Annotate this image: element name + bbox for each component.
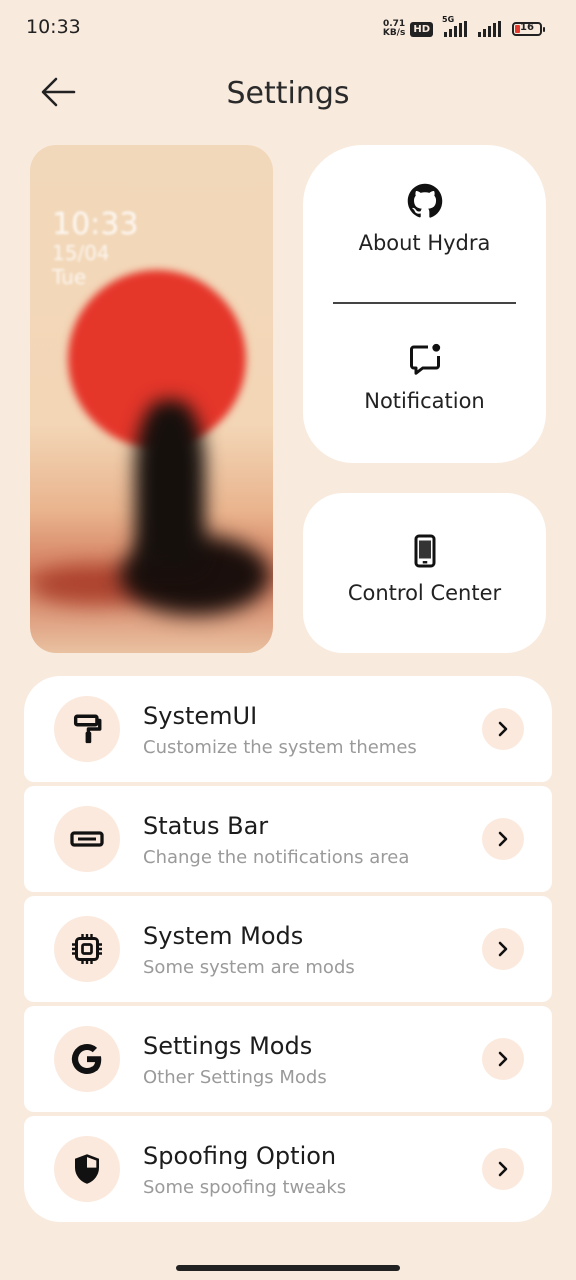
about-hydra-button[interactable]: About Hydra	[303, 183, 546, 255]
menu-item-title: System Mods	[143, 922, 304, 950]
chevron-right-icon	[482, 818, 524, 860]
menu-item-system-mods[interactable]: System Mods Some system are mods	[24, 896, 552, 1002]
preview-time: 10:33	[52, 207, 139, 242]
chip-icon	[54, 916, 120, 982]
status-icons: 0.71 KB/s HD 5G 16	[382, 15, 545, 40]
signal-5g-icon: 5G	[442, 15, 467, 37]
control-center-label: Control Center	[347, 581, 502, 605]
preview-day: Tue	[52, 265, 87, 289]
github-icon	[407, 183, 443, 219]
settings-menu-list: SystemUI Customize the system themes Sta…	[24, 676, 552, 1222]
paint-roller-icon	[54, 696, 120, 762]
chevron-right-icon	[482, 1148, 524, 1190]
divider	[333, 302, 516, 304]
signal-icon	[478, 21, 501, 37]
status-bar: 10:33 0.71 KB/s HD 5G 16	[0, 0, 576, 58]
menu-item-subtitle: Customize the system themes	[143, 737, 417, 758]
shield-icon	[54, 1136, 120, 1202]
status-bar-icon	[54, 806, 120, 872]
quick-card-group: About Hydra Notification	[303, 145, 546, 463]
control-center-button[interactable]: Control Center	[303, 493, 546, 653]
menu-item-subtitle: Some system are mods	[143, 957, 355, 978]
google-g-icon	[54, 1026, 120, 1092]
menu-item-subtitle: Some spoofing tweaks	[143, 1177, 347, 1198]
notification-button[interactable]: Notification	[303, 341, 546, 413]
wallpaper-silhouette	[135, 400, 205, 570]
chevron-right-icon	[482, 1038, 524, 1080]
menu-item-spoofing-option[interactable]: Spoofing Option Some spoofing tweaks	[24, 1116, 552, 1222]
battery-icon: 16	[512, 22, 545, 36]
message-badge-icon	[407, 341, 443, 377]
menu-item-subtitle: Change the notifications area	[143, 847, 410, 868]
home-indicator[interactable]	[176, 1265, 400, 1271]
menu-item-settings-mods[interactable]: Settings Mods Other Settings Mods	[24, 1006, 552, 1112]
menu-item-title: Status Bar	[143, 812, 269, 840]
menu-item-title: SystemUI	[143, 702, 258, 730]
wallpaper-preview[interactable]: 10:33 15/04 Tue	[30, 145, 273, 653]
about-hydra-label: About Hydra	[358, 231, 491, 255]
chevron-right-icon	[482, 928, 524, 970]
hd-voice-icon: HD	[410, 21, 433, 37]
phone-icon	[407, 533, 443, 569]
menu-item-title: Spoofing Option	[143, 1142, 337, 1170]
page-title: Settings	[226, 76, 350, 111]
menu-item-subtitle: Other Settings Mods	[143, 1067, 327, 1088]
status-time: 10:33	[26, 16, 81, 38]
chevron-right-icon	[482, 708, 524, 750]
network-speed: 0.71 KB/s	[382, 19, 406, 38]
menu-item-systemui[interactable]: SystemUI Customize the system themes	[24, 676, 552, 782]
preview-date: 15/04	[52, 241, 110, 265]
menu-item-status-bar[interactable]: Status Bar Change the notifications area	[24, 786, 552, 892]
menu-item-title: Settings Mods	[143, 1032, 313, 1060]
notification-label: Notification	[364, 389, 485, 413]
